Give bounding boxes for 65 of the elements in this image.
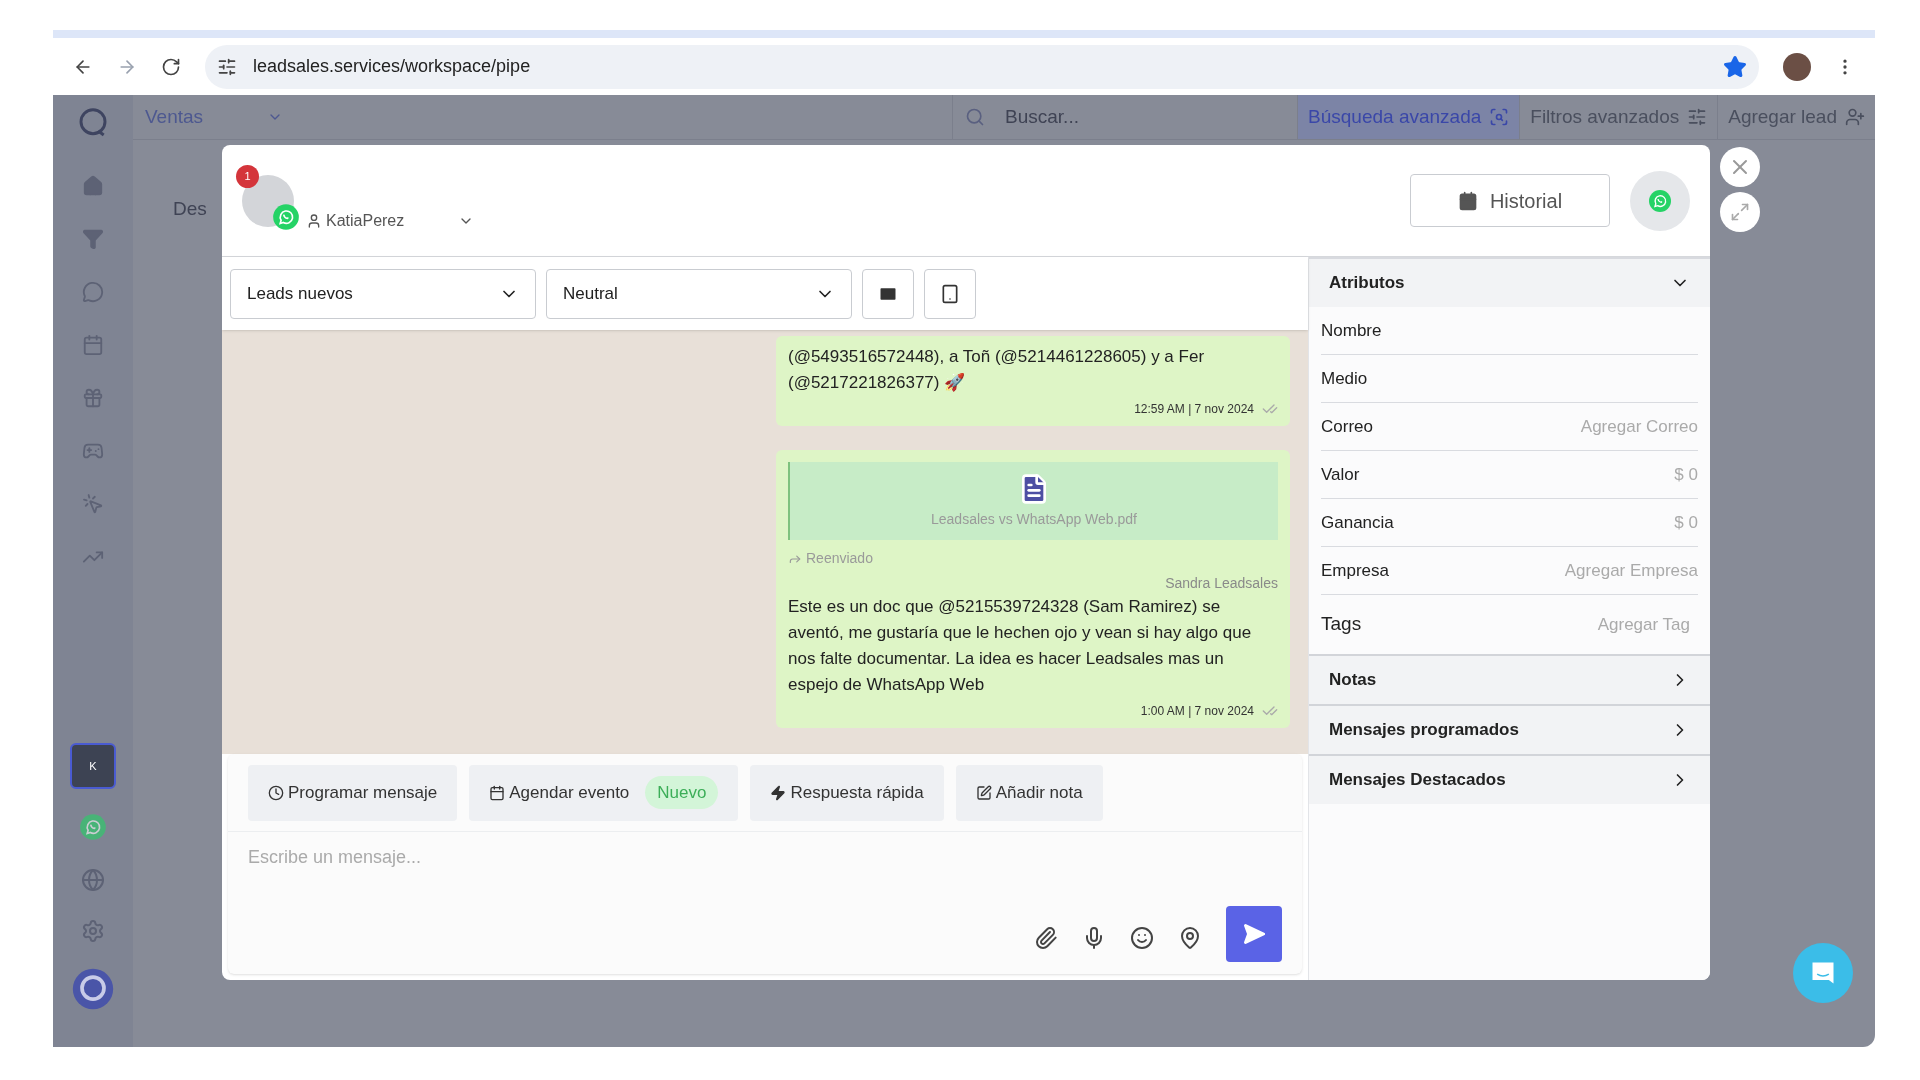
device-button[interactable] xyxy=(924,268,976,319)
action-button[interactable]: Agendar evento Nuevo xyxy=(469,764,739,821)
forwarded-label: Reenviado xyxy=(806,549,873,568)
bookmark-star-icon[interactable] xyxy=(1723,54,1747,79)
calendar-icon xyxy=(1457,190,1478,211)
bolt-icon xyxy=(770,784,787,801)
field-label: Valor xyxy=(1321,463,1360,486)
new-badge: Nuevo xyxy=(645,775,719,810)
stage-select[interactable]: Leads nuevos xyxy=(230,268,536,319)
address-bar[interactable]: leadsales.services/workspace/pipe xyxy=(205,44,1759,89)
sender-name: Sandra Leadsales xyxy=(1165,574,1278,593)
send-icon xyxy=(1242,922,1266,946)
close-button[interactable] xyxy=(1720,147,1760,187)
url-text: leadsales.services/workspace/pipe xyxy=(253,55,531,78)
history-button[interactable]: Historial xyxy=(1410,174,1610,227)
send-button[interactable] xyxy=(1226,906,1282,962)
calendar-icon xyxy=(489,784,506,801)
site-info-icon[interactable] xyxy=(217,56,237,77)
edit-icon xyxy=(975,784,992,801)
section-header[interactable]: Notas xyxy=(1309,654,1710,704)
background-text: Des xyxy=(173,198,207,219)
action-button[interactable]: Respuesta rápida xyxy=(750,764,944,821)
action-button[interactable]: Añadir nota xyxy=(955,764,1103,821)
field-label: Nombre xyxy=(1321,319,1382,342)
attach-icon[interactable] xyxy=(1034,926,1058,950)
field-label: Tags xyxy=(1321,612,1362,637)
expand-icon xyxy=(1730,202,1750,222)
sentiment-select[interactable]: Neutral xyxy=(546,268,852,319)
profile-avatar[interactable] xyxy=(1783,52,1811,81)
person-icon xyxy=(306,212,322,229)
search-field[interactable]: Buscar... xyxy=(1005,102,1286,132)
emoji-icon[interactable] xyxy=(1130,926,1154,950)
location-icon[interactable] xyxy=(1178,926,1202,950)
unread-badge: 1 xyxy=(236,164,259,188)
chat-widget-button[interactable] xyxy=(1793,943,1853,1003)
message-input[interactable]: Escribe un mensaje... xyxy=(248,844,1282,884)
section-header[interactable]: Atributos xyxy=(1309,257,1710,307)
file-name: Leadsales vs WhatsApp Web.pdf xyxy=(931,509,1137,529)
field-label: Medio xyxy=(1321,367,1368,390)
message-meta: 12:59 AM | 7 nov 2024 xyxy=(1134,401,1254,418)
reload-icon[interactable] xyxy=(161,56,181,77)
user-avatar[interactable]: K xyxy=(70,743,116,789)
agent-dropdown[interactable]: KatiaPerez xyxy=(306,208,474,233)
field-label: Empresa xyxy=(1321,559,1390,582)
logo-icon[interactable] xyxy=(77,107,109,139)
whatsapp-icon xyxy=(272,202,300,231)
message-text: Este es un doc que @5215539724328 (Sam Ramirez) se aventó, me gustaría que le hechen ojo y vean si hay algo que nos falte documentar. La idea es hacer Leadsales mas un espejo de WhatsApp Web xyxy=(788,596,1253,696)
whatsapp-icon xyxy=(79,813,107,841)
clock-icon xyxy=(268,784,284,801)
sliders-icon xyxy=(1687,107,1708,127)
logo-icon[interactable] xyxy=(71,967,115,1011)
whatsapp-icon xyxy=(1648,188,1672,213)
tablet-icon xyxy=(940,283,960,304)
email-button[interactable] xyxy=(862,268,914,319)
section-header[interactable]: Mensajes programados xyxy=(1309,704,1710,754)
field-label: Ganancia xyxy=(1321,511,1394,534)
field-label: Correo xyxy=(1321,415,1373,438)
section-header[interactable]: Mensajes Destacados xyxy=(1309,754,1710,804)
expand-button[interactable] xyxy=(1720,192,1760,232)
action-button[interactable]: Programar mensaje xyxy=(248,764,458,821)
search-icon xyxy=(965,107,986,127)
message-text: (@5493516572448), a Toñ (@5214461228605) y a Fer (@5217221826377) 🚀 xyxy=(788,346,1206,394)
message-meta: 1:00 AM | 7 nov 2024 xyxy=(1140,703,1254,720)
search-icon xyxy=(1489,107,1510,127)
add-user-icon xyxy=(1845,107,1865,127)
